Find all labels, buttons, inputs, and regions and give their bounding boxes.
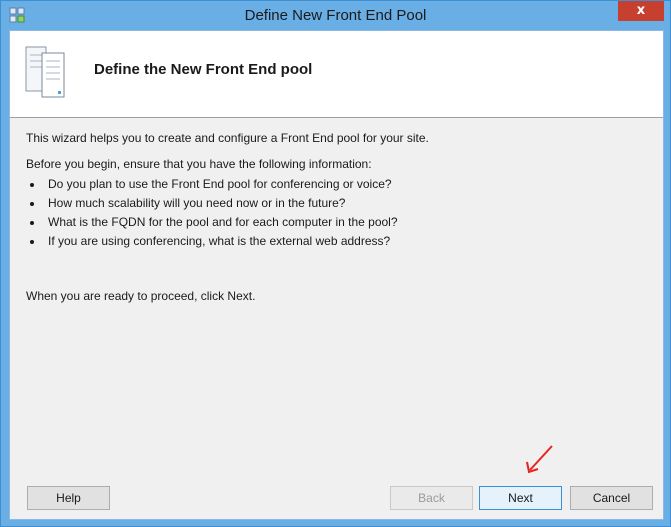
- title-bar[interactable]: Define New Front End Pool x: [1, 1, 670, 29]
- help-button[interactable]: Help: [27, 486, 110, 510]
- close-button[interactable]: x: [618, 1, 664, 21]
- requirements-list: Do you plan to use the Front End pool fo…: [26, 177, 646, 248]
- red-arrow-annotation: [526, 445, 553, 474]
- server-stack-icon: [25, 46, 65, 98]
- before-you-begin-text: Before you begin, ensure that you have t…: [26, 157, 372, 171]
- wizard-content: This wizard helps you to create and conf…: [26, 131, 646, 253]
- ready-text: When you are ready to proceed, click Nex…: [26, 289, 256, 303]
- back-button[interactable]: Back: [390, 486, 473, 510]
- wizard-body: Define the New Front End pool This wizar…: [9, 30, 664, 520]
- window-title: Define New Front End Pool: [244, 7, 427, 24]
- wizard-window: Define New Front End Pool x Define the N…: [0, 0, 671, 527]
- next-button[interactable]: Next: [479, 486, 562, 510]
- intro-text: This wizard helps you to create and conf…: [26, 131, 429, 145]
- page-title: Define the New Front End pool: [94, 61, 313, 78]
- list-item: If you are using conferencing, what is t…: [44, 234, 646, 248]
- list-item: Do you plan to use the Front End pool fo…: [44, 177, 646, 191]
- list-item: What is the FQDN for the pool and for ea…: [44, 215, 646, 229]
- wizard-header: Define the New Front End pool: [10, 31, 663, 118]
- list-item: How much scalability will you need now o…: [44, 196, 646, 210]
- cancel-button[interactable]: Cancel: [570, 486, 653, 510]
